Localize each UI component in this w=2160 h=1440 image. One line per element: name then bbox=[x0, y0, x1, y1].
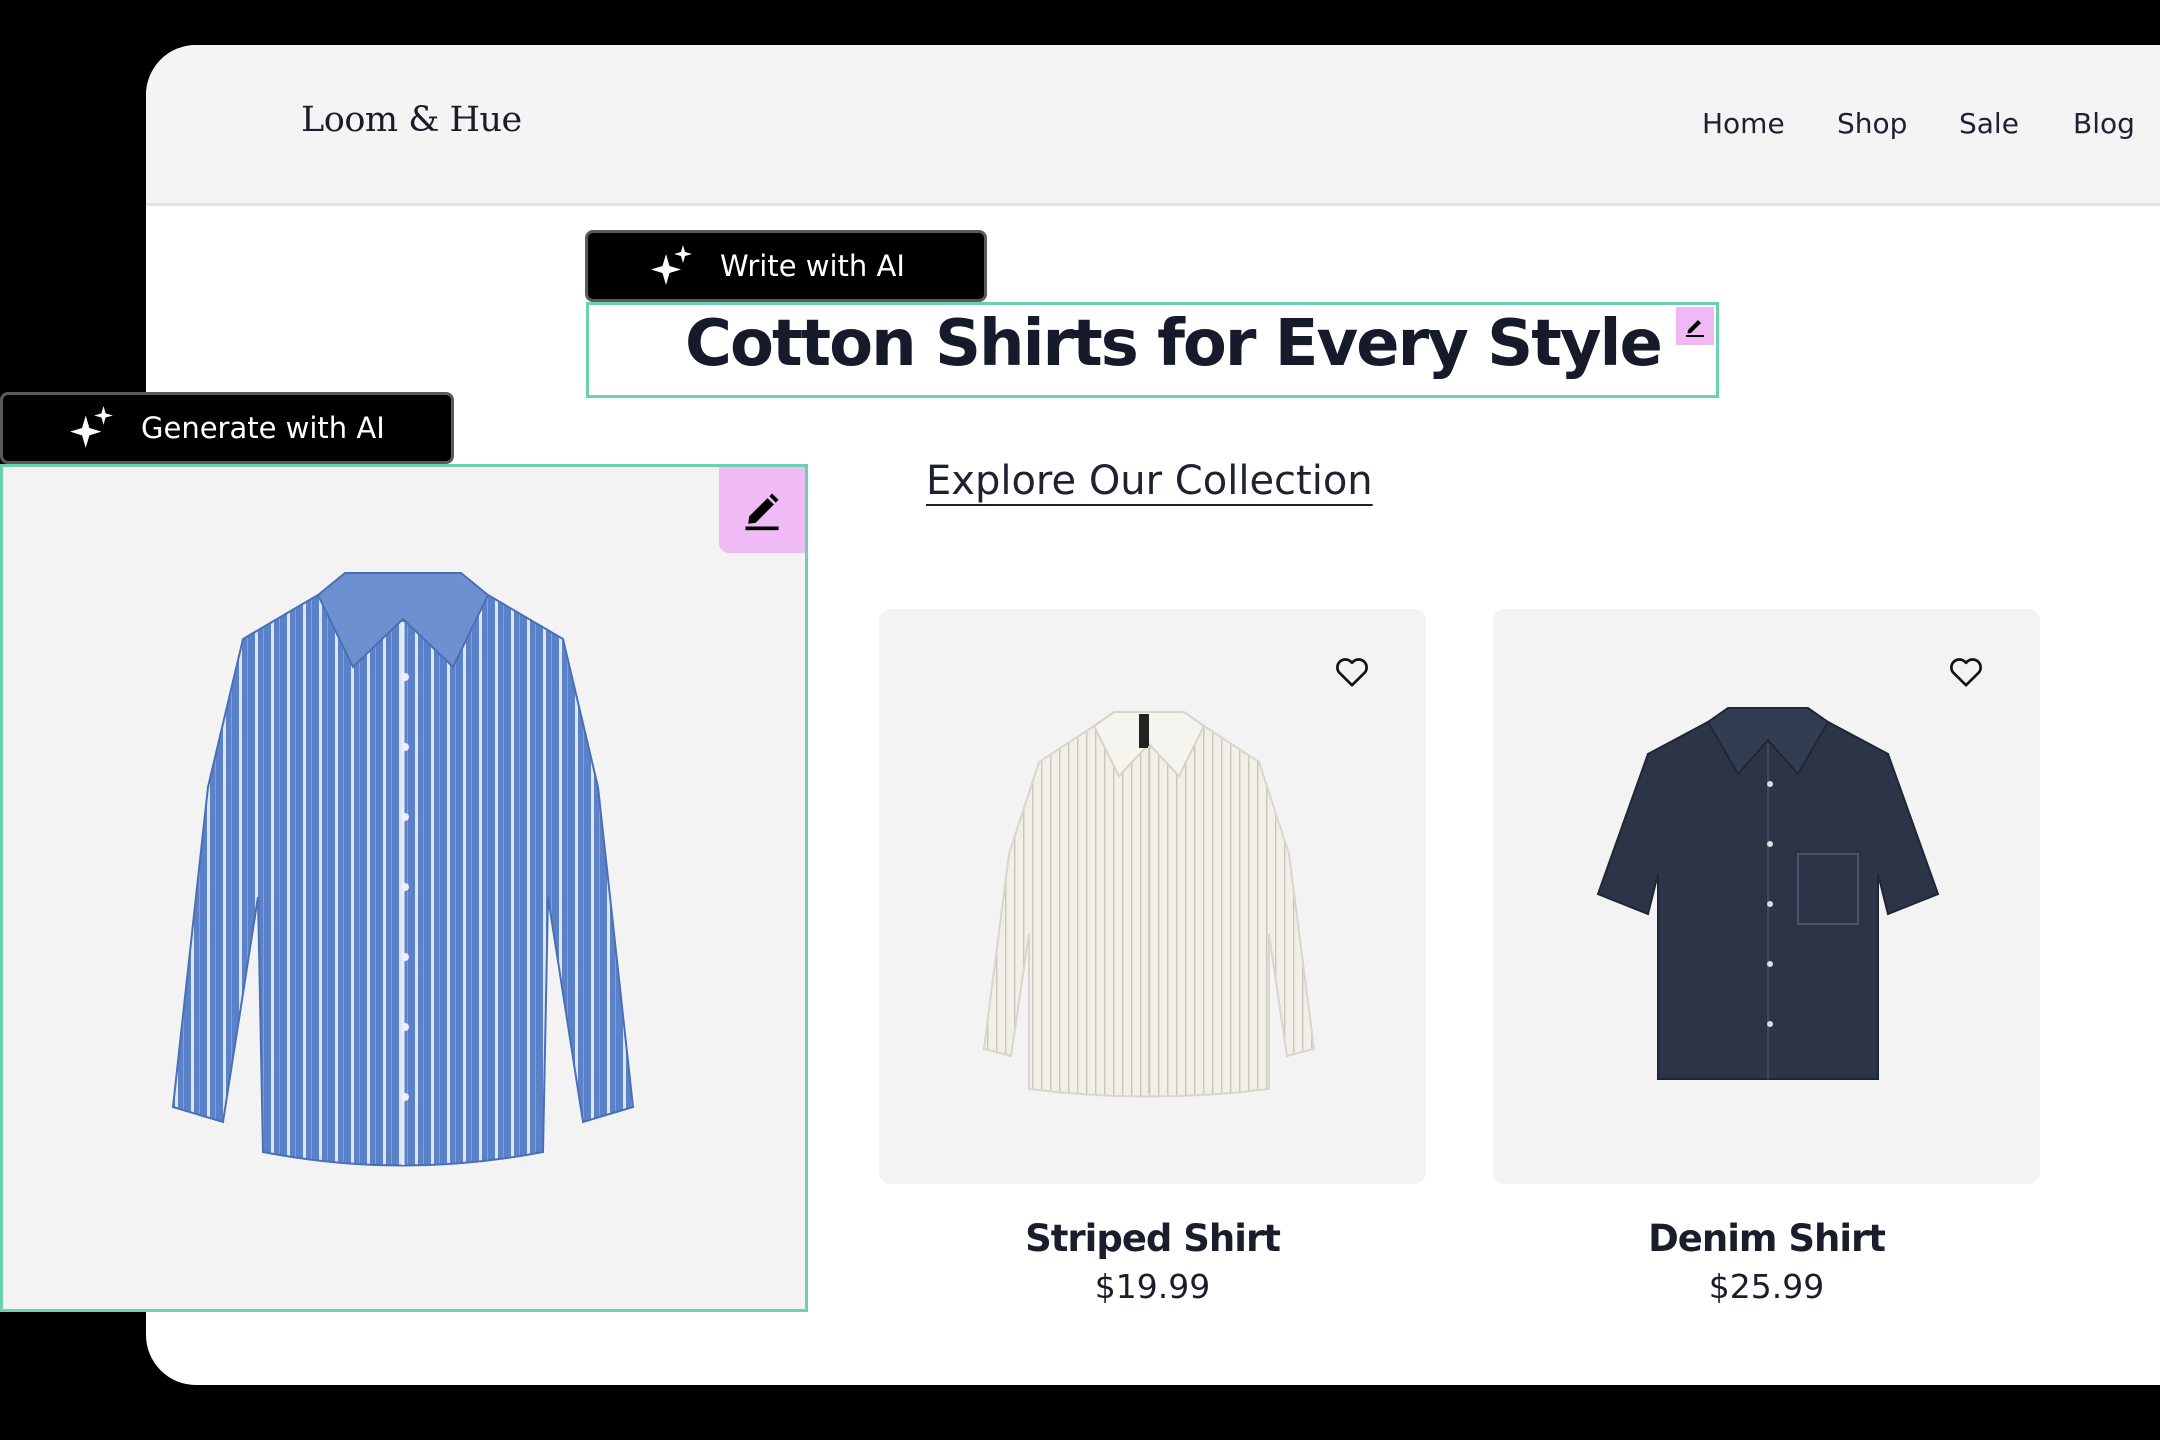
pencil-icon bbox=[1686, 320, 1704, 337]
product-price-striped: $19.99 bbox=[1094, 1267, 1211, 1306]
screenshot-stage: Loom & Hue Home Shop Sale Blog Explore O… bbox=[0, 0, 2160, 1440]
nav-item-blog[interactable]: Blog bbox=[2073, 107, 2135, 140]
product-card-image-denim[interactable] bbox=[1493, 609, 2040, 1184]
site-header: Loom & Hue Home Shop Sale Blog bbox=[146, 45, 2160, 206]
edit-image-button[interactable] bbox=[719, 467, 805, 553]
product-name-denim[interactable]: Denim Shirt bbox=[1493, 1217, 2040, 1260]
heart-icon[interactable] bbox=[1332, 651, 1372, 691]
nav-item-sale[interactable]: Sale bbox=[1959, 107, 2019, 140]
pencil-icon bbox=[745, 493, 779, 531]
heart-icon[interactable] bbox=[1946, 651, 1986, 691]
sparkle-icon bbox=[70, 406, 113, 448]
denim-shirt-image bbox=[1596, 707, 1940, 1080]
page-title[interactable]: Cotton Shirts for Every Style bbox=[685, 307, 1663, 381]
write-with-ai-label: Write with AI bbox=[720, 249, 905, 283]
featured-image-edit-frame[interactable] bbox=[0, 464, 808, 1312]
product-name-striped[interactable]: Striped Shirt bbox=[879, 1217, 1426, 1260]
edit-headline-button[interactable] bbox=[1676, 307, 1714, 345]
generate-with-ai-label: Generate with AI bbox=[141, 411, 385, 445]
generate-with-ai-button[interactable]: Generate with AI bbox=[0, 392, 454, 464]
explore-collection-link[interactable]: Explore Our Collection bbox=[926, 458, 1373, 504]
product-price-denim: $25.99 bbox=[1708, 1267, 1825, 1306]
striped-shirt-image bbox=[982, 711, 1316, 1098]
product-card-image-striped[interactable] bbox=[879, 609, 1426, 1184]
nav-item-home[interactable]: Home bbox=[1702, 107, 1785, 140]
write-with-ai-button[interactable]: Write with AI bbox=[585, 230, 987, 302]
nav-item-shop[interactable]: Shop bbox=[1837, 107, 1907, 140]
blue-striped-shirt-image bbox=[171, 572, 635, 1167]
headline-edit-frame[interactable]: Cotton Shirts for Every Style bbox=[586, 302, 1719, 398]
sparkle-icon bbox=[651, 245, 692, 285]
site-logo[interactable]: Loom & Hue bbox=[301, 100, 522, 140]
